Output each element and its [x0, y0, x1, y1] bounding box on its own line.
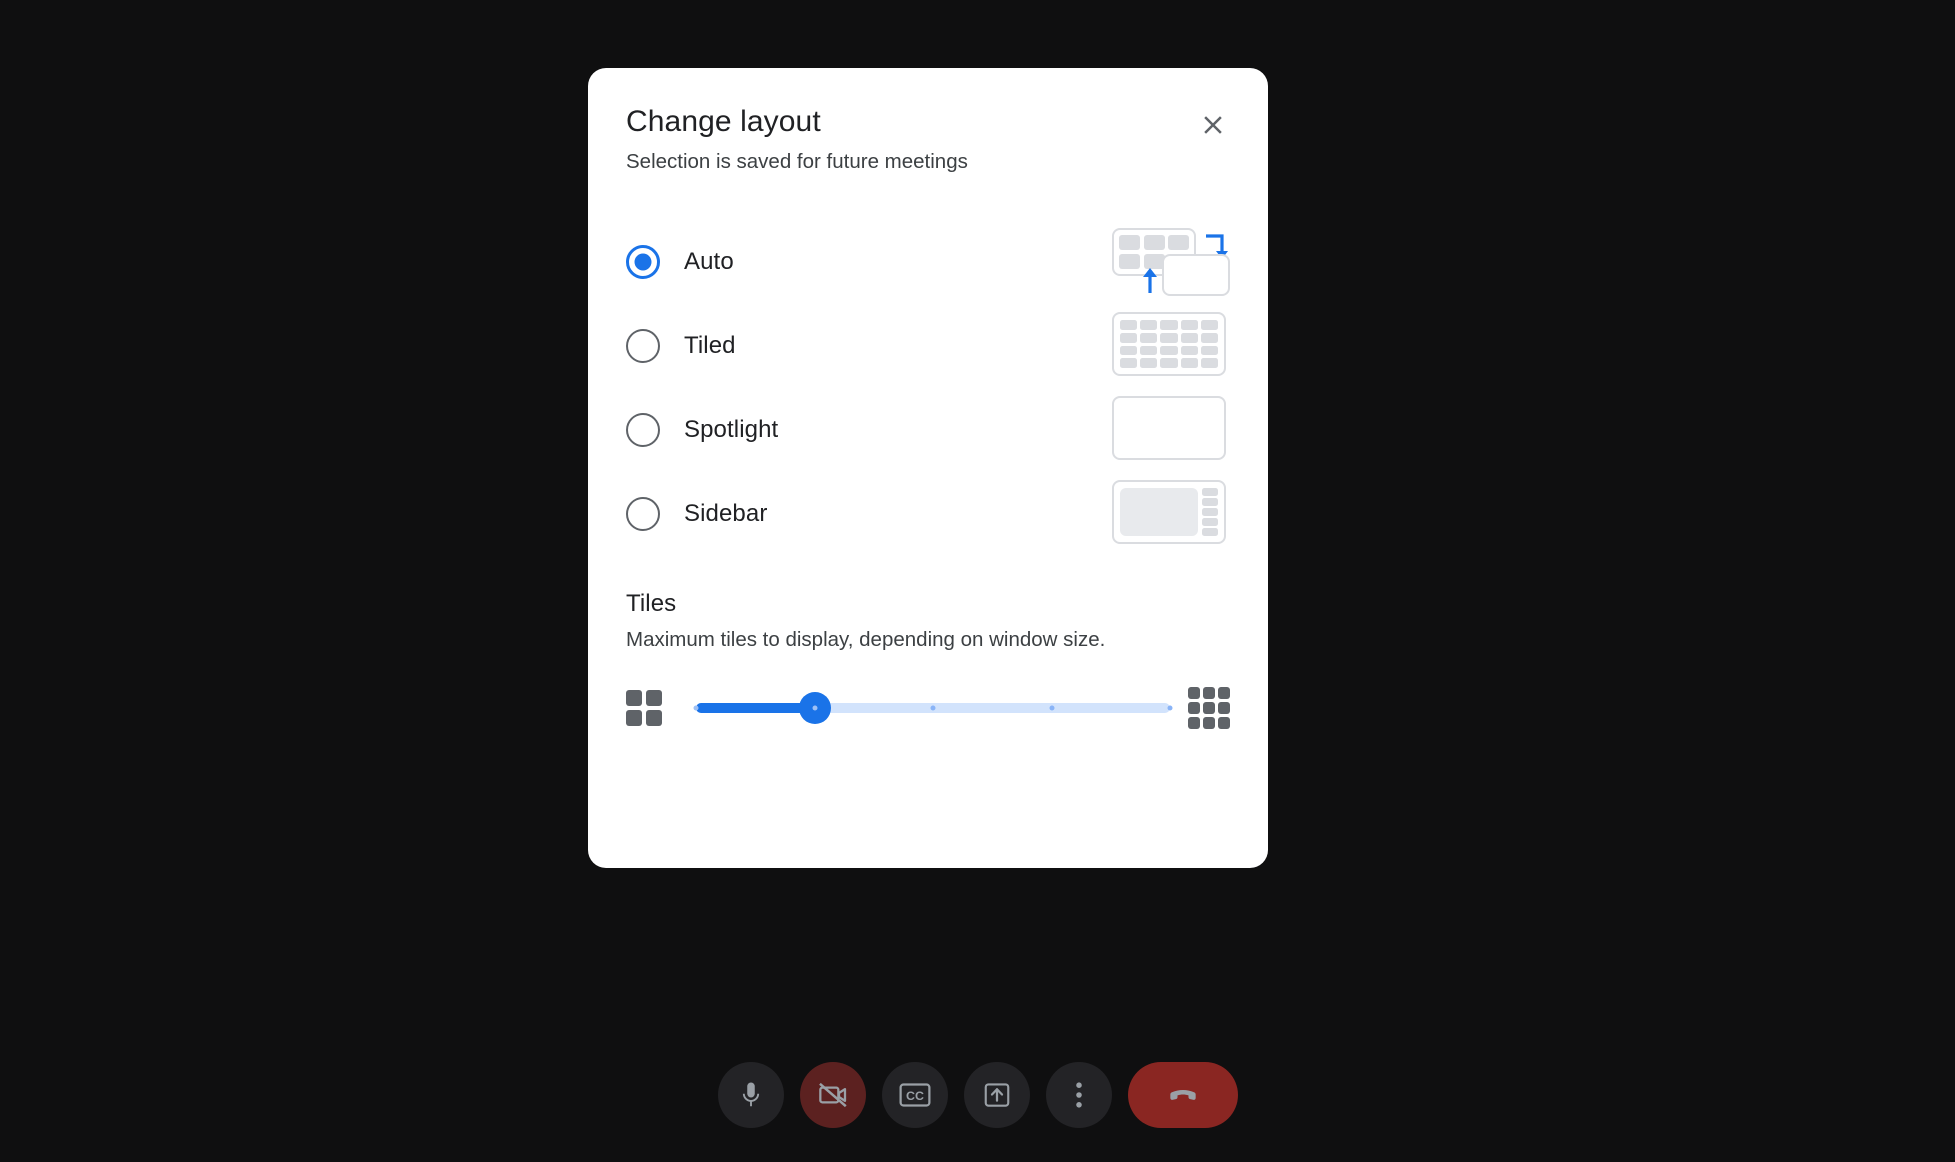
layout-option-spotlight[interactable]: Spotlight — [626, 388, 1230, 472]
more-options-button[interactable] — [1045, 1062, 1112, 1128]
camera-off-icon — [817, 1079, 849, 1111]
microphone-button[interactable] — [717, 1062, 784, 1128]
auto-layout-preview — [1112, 228, 1230, 296]
svg-text:CC: CC — [906, 1089, 924, 1103]
layout-option-label: Spotlight — [684, 416, 779, 443]
present-button[interactable] — [963, 1062, 1030, 1128]
tiles-section: Tiles Maximum tiles to display, dependin… — [626, 590, 1230, 732]
close-button[interactable] — [1190, 102, 1236, 148]
layout-option-auto[interactable]: Auto — [626, 220, 1230, 304]
leave-call-button[interactable] — [1127, 1062, 1238, 1128]
radio-sidebar[interactable] — [626, 497, 660, 531]
radio-auto[interactable] — [626, 245, 660, 279]
tiles-slider-row — [626, 684, 1230, 732]
spotlight-layout-preview — [1112, 396, 1230, 464]
arrow-up-icon — [1140, 267, 1160, 293]
slider-tick[interactable] — [812, 705, 817, 711]
layout-options-list: Auto Tiled Spotlight Sidebar — [626, 220, 1230, 556]
present-screen-icon — [982, 1080, 1012, 1110]
grid-3x3-icon — [1188, 687, 1230, 729]
layout-option-label: Sidebar — [684, 500, 768, 527]
slider-fill — [696, 703, 815, 713]
tiled-layout-preview — [1112, 312, 1230, 380]
close-icon — [1198, 110, 1228, 140]
layout-option-label: Tiled — [684, 332, 736, 359]
tiles-description: Maximum tiles to display, depending on w… — [626, 628, 1106, 651]
dialog-header: Change layout Selection is saved for fut… — [626, 100, 1230, 176]
layout-option-tiled[interactable]: Tiled — [626, 304, 1230, 388]
radio-spotlight[interactable] — [626, 413, 660, 447]
meeting-controls-toolbar: CC — [717, 1062, 1238, 1128]
layout-option-sidebar[interactable]: Sidebar — [626, 472, 1230, 556]
camera-button[interactable] — [799, 1062, 866, 1128]
slider-tick[interactable] — [1049, 705, 1054, 711]
grid-2x2-icon — [626, 690, 662, 726]
microphone-icon — [736, 1080, 766, 1110]
tiles-heading: Tiles — [626, 590, 677, 617]
more-vertical-icon — [1066, 1080, 1092, 1110]
dialog-subtitle: Selection is saved for future meetings — [626, 150, 968, 173]
page-title: Change layout — [626, 105, 821, 138]
closed-caption-icon: CC — [898, 1080, 932, 1110]
layout-option-label: Auto — [684, 248, 734, 275]
slider-tick[interactable] — [1167, 705, 1173, 711]
change-layout-dialog: Change layout Selection is saved for fut… — [588, 68, 1268, 868]
call-end-icon — [1163, 1075, 1203, 1115]
tiles-slider[interactable] — [693, 688, 1173, 728]
radio-tiled[interactable] — [626, 329, 660, 363]
slider-tick[interactable] — [930, 705, 936, 711]
sidebar-layout-preview — [1112, 480, 1230, 548]
slider-tick[interactable] — [693, 705, 699, 711]
captions-button[interactable]: CC — [881, 1062, 948, 1128]
